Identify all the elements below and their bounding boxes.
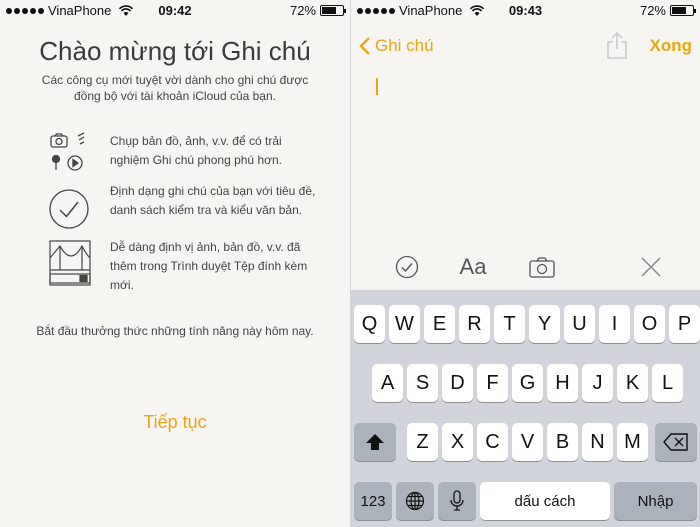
key-o[interactable]: O	[634, 305, 665, 343]
key-f[interactable]: F	[477, 364, 508, 402]
text-format-icon[interactable]: Aa	[455, 254, 491, 280]
backspace-icon	[663, 433, 688, 451]
note-editor-screen: VinaPhone 09:43 72% Ghi chú Xong Aa QWER…	[351, 0, 700, 527]
backspace-key[interactable]	[655, 423, 697, 461]
close-icon	[641, 257, 661, 277]
key-z[interactable]: Z	[407, 423, 438, 461]
space-key[interactable]: dấu cách	[480, 482, 610, 520]
back-button[interactable]: Ghi chú	[359, 36, 434, 56]
key-m[interactable]: M	[617, 423, 648, 461]
welcome-subtitle: Các công cụ mới tuyệt vời dành cho ghi c…	[41, 73, 309, 103]
checklist-button[interactable]	[393, 254, 421, 280]
share-icon[interactable]	[606, 32, 628, 60]
key-y[interactable]: Y	[529, 305, 560, 343]
keyboard: QWERTYUIOP ASDFGHJKL ZXCVBNM 123 dấu các…	[351, 290, 700, 527]
key-d[interactable]: D	[442, 364, 473, 402]
battery-icon	[670, 5, 696, 16]
key-n[interactable]: N	[582, 423, 613, 461]
globe-icon	[405, 491, 425, 511]
key-j[interactable]: J	[582, 364, 613, 402]
welcome-title: Chào mừng tới Ghi chú	[39, 36, 311, 66]
status-bar: VinaPhone 09:43 72%	[351, 0, 700, 22]
camera-button[interactable]	[528, 254, 556, 280]
key-g[interactable]: G	[512, 364, 543, 402]
start-text: Bắt đầu thưởng thức những tính năng này …	[36, 324, 314, 338]
key-b[interactable]: B	[547, 423, 578, 461]
key-l[interactable]: L	[652, 364, 683, 402]
shift-arrow-icon	[366, 434, 384, 450]
key-u[interactable]: U	[564, 305, 595, 343]
dictation-key[interactable]	[438, 482, 476, 520]
key-a[interactable]: A	[372, 364, 403, 402]
numbers-key[interactable]: 123	[354, 482, 392, 520]
note-text-area[interactable]	[361, 70, 690, 240]
back-label: Ghi chú	[375, 36, 434, 55]
feature-text: Chụp bản đồ, ảnh, v.v. để có trải nghiệm…	[110, 134, 282, 167]
checklist-icon	[395, 255, 419, 279]
continue-button[interactable]: Tiếp tục	[0, 412, 350, 433]
key-q[interactable]: Q	[354, 305, 385, 343]
key-e[interactable]: E	[424, 305, 455, 343]
close-button[interactable]	[638, 254, 664, 280]
key-c[interactable]: C	[477, 423, 508, 461]
battery-percent: 72%	[639, 3, 666, 18]
battery-percent: 72%	[289, 3, 316, 18]
camera-icon	[529, 257, 555, 278]
status-bar: VinaPhone 09:42 72%	[0, 0, 350, 22]
shift-key[interactable]	[354, 423, 396, 461]
key-v[interactable]: V	[512, 423, 543, 461]
key-i[interactable]: I	[599, 305, 630, 343]
camera-sketch-map-icons	[50, 132, 85, 171]
microphone-icon	[450, 490, 464, 511]
feature-text: Định dạng ghi chú của bạn với tiêu đề, d…	[110, 184, 316, 217]
note-toolbar: Aa	[351, 250, 700, 284]
key-p[interactable]: P	[669, 305, 700, 343]
bridge-attachment-icon	[49, 240, 91, 286]
battery-icon	[320, 5, 346, 16]
text-cursor	[376, 78, 378, 95]
key-k[interactable]: K	[617, 364, 648, 402]
chevron-left-icon	[359, 37, 370, 55]
return-key[interactable]: Nhập	[614, 482, 697, 520]
done-button[interactable]: Xong	[650, 36, 693, 56]
key-s[interactable]: S	[407, 364, 438, 402]
key-x[interactable]: X	[442, 423, 473, 461]
welcome-screen: VinaPhone 09:42 72% Chào mừng tới Ghi ch…	[0, 0, 350, 527]
key-r[interactable]: R	[459, 305, 490, 343]
globe-key[interactable]	[396, 482, 434, 520]
key-h[interactable]: H	[547, 364, 578, 402]
key-w[interactable]: W	[389, 305, 420, 343]
feature-text: Dễ dàng định vị ảnh, bản đồ, v.v. đã thê…	[110, 240, 308, 292]
key-t[interactable]: T	[494, 305, 525, 343]
battery-group: 72%	[639, 3, 696, 18]
battery-group: 72%	[289, 3, 346, 18]
checkmark-circle-icon	[49, 189, 89, 229]
